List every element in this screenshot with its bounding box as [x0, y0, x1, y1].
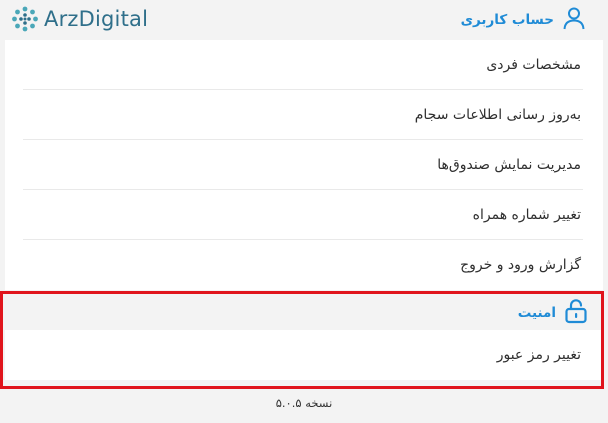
menu-item-login-logout-report[interactable]: گزارش ورود و خروج [5, 240, 603, 290]
brand-name: ArzDigital [44, 7, 149, 31]
menu-item-label: گزارش ورود و خروج [460, 257, 581, 273]
arzdigital-logo-icon [10, 5, 40, 33]
menu-item-personal-info[interactable]: مشخصات فردی [5, 40, 603, 90]
menu-item-label: تغییر شماره همراه [472, 207, 581, 223]
menu-item-label: مشخصات فردی [486, 57, 581, 73]
menu-item-label: به‌روز رسانی اطلاعات سجام [414, 107, 581, 123]
menu-item-manage-funds-display[interactable]: مدیریت نمایش صندوق‌ها [5, 140, 603, 190]
menu-item-change-phone[interactable]: تغییر شماره همراه [5, 190, 603, 240]
account-section-header: حساب کاربری [461, 6, 586, 34]
security-highlight-box [0, 291, 604, 389]
menu-item-update-sejam[interactable]: به‌روز رسانی اطلاعات سجام [5, 90, 603, 140]
menu-item-label: مدیریت نمایش صندوق‌ها [437, 157, 581, 173]
account-menu: مشخصات فردی به‌روز رسانی اطلاعات سجام مد… [5, 40, 603, 290]
account-section-title: حساب کاربری [460, 12, 554, 28]
app-header: ArzDigital حساب کاربری [0, 0, 608, 38]
brand-logo[interactable]: ArzDigital [10, 5, 148, 33]
user-icon [562, 6, 586, 34]
app-version: نسخه ۵.۰.۵ [275, 396, 333, 410]
